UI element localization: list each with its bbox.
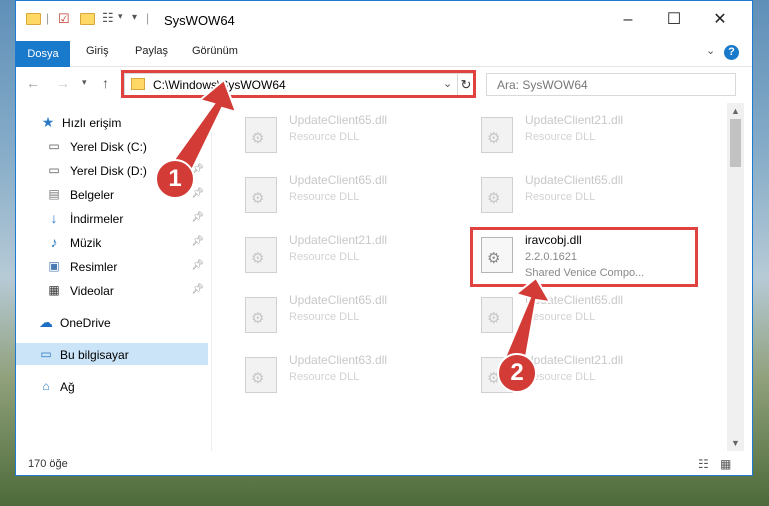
step-2-badge: 2: [497, 353, 537, 393]
callout-arrows: [166, 78, 552, 370]
step-1-badge: 1: [155, 159, 195, 199]
